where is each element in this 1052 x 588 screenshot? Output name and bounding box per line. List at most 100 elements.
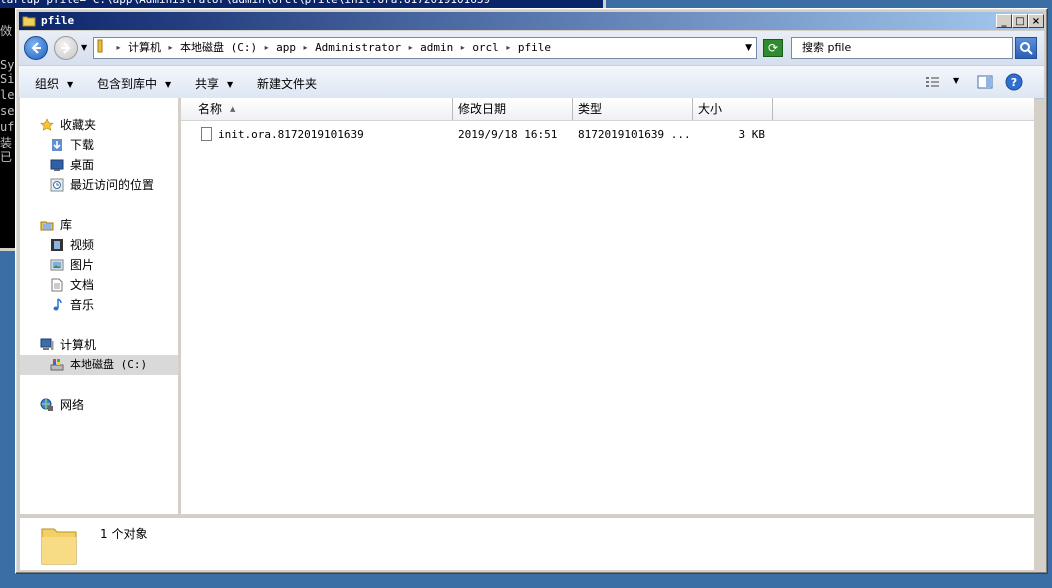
table-row[interactable]: init.ora.8172019101639 2019/9/18 16:51 8… (181, 126, 1034, 144)
breadcrumb-admin[interactable]: admin (418, 38, 455, 58)
nav-item-label: 库 (60, 218, 73, 232)
breadcrumb-separator-icon[interactable]: ▸ (459, 38, 467, 58)
nav-item-libraries[interactable]: 库 (20, 215, 178, 235)
breadcrumb-separator-icon[interactable]: ▸ (263, 38, 271, 58)
nav-item-recent[interactable]: 最近访问的位置 (20, 175, 178, 195)
breadcrumb-separator-icon[interactable]: ▸ (115, 38, 123, 58)
address-row: ▼ ▸ 计算机 ▸ 本地磁盘 (C:) ▸ app ▸ Administrato… (19, 31, 1044, 65)
recent-places-icon (50, 178, 64, 192)
document-icon (50, 278, 64, 292)
music-note-icon (50, 298, 64, 312)
nav-item-desktop[interactable]: 桌面 (20, 155, 178, 175)
breadcrumb-separator-icon[interactable]: ▸ (504, 38, 512, 58)
breadcrumb-separator-icon[interactable]: ▸ (302, 38, 310, 58)
nav-item-documents[interactable]: 文档 (20, 275, 178, 295)
view-options-icon[interactable] (925, 75, 941, 92)
console-line: Si (0, 72, 15, 86)
nav-item-label: 网络 (60, 398, 85, 412)
explorer-window: pfile _ □ × ▼ ▸ 计算机 ▸ 本地磁盘 (C:) ▸ app ▸ … (15, 8, 1048, 574)
column-header-row: 名称 ▲ 修改日期 类型 大小 (181, 98, 1034, 121)
nav-item-label: 最近访问的位置 (70, 178, 155, 192)
share-button[interactable]: 共享 ▼ (195, 75, 233, 92)
file-modified: 2019/9/18 16:51 (458, 128, 558, 141)
file-size: 3 KB (738, 128, 766, 141)
console-line: se (0, 104, 15, 118)
picture-icon (50, 258, 64, 272)
new-folder-button[interactable]: 新建文件夹 (257, 75, 317, 92)
command-bar: 组织 ▼ 包含到库中 ▼ 共享 ▼ 新建文件夹 ▼ ? (19, 66, 1044, 99)
nav-item-videos[interactable]: 视频 (20, 235, 178, 255)
nav-item-favorites[interactable]: 收藏夹 (20, 115, 178, 135)
include-library-label: 包含到库中 (97, 77, 158, 91)
column-header-type[interactable]: 类型 (573, 98, 693, 120)
file-name: init.ora.8172019101639 (218, 128, 364, 141)
console-line: uf (0, 120, 15, 134)
history-dropdown-icon[interactable]: ▼ (81, 43, 87, 52)
column-header-label: 名称 (198, 102, 223, 116)
nav-item-local-disk[interactable]: 本地磁盘 (C:) (20, 355, 178, 375)
column-header-name[interactable]: 名称 ▲ (181, 98, 453, 120)
forward-arrow-icon[interactable] (54, 36, 78, 60)
nav-item-label: 本地磁盘 (C:) (70, 358, 148, 371)
sort-ascending-icon: ▲ (230, 105, 236, 113)
nav-item-label: 文档 (70, 278, 95, 292)
search-input[interactable]: 搜索 pfile (791, 37, 1013, 59)
nav-item-pictures[interactable]: 图片 (20, 255, 178, 275)
back-arrow-icon[interactable] (24, 36, 48, 60)
address-bar[interactable]: ▸ 计算机 ▸ 本地磁盘 (C:) ▸ app ▸ Administrator … (93, 37, 757, 59)
nav-item-label: 视频 (70, 238, 95, 252)
drive-icon (50, 358, 64, 372)
console-line: 傚 (0, 24, 13, 38)
star-icon (40, 118, 54, 132)
download-icon (50, 138, 64, 152)
refresh-icon[interactable]: ⟳ (763, 39, 783, 57)
share-label: 共享 (195, 77, 220, 91)
chevron-down-icon[interactable]: ▼ (953, 76, 959, 85)
video-icon (50, 238, 64, 252)
svg-text:?: ? (1011, 76, 1017, 89)
folder-icon (97, 39, 111, 60)
breadcrumb-app[interactable]: app (274, 38, 298, 58)
help-icon[interactable]: ? (1005, 73, 1023, 94)
nav-item-network[interactable]: 网络 (20, 395, 178, 415)
title-bar[interactable]: pfile _ □ × (19, 12, 1044, 30)
folder-icon (38, 521, 80, 570)
close-button[interactable]: × (1028, 14, 1044, 28)
chevron-down-icon: ▼ (165, 80, 172, 89)
maximize-button[interactable]: □ (1012, 14, 1028, 28)
breadcrumb-computer[interactable]: 计算机 (126, 38, 163, 58)
computer-icon (40, 338, 54, 352)
folder-icon (22, 14, 36, 31)
minimize-button[interactable]: _ (996, 14, 1012, 28)
include-library-button[interactable]: 包含到库中 ▼ (97, 75, 171, 92)
nav-item-label: 桌面 (70, 158, 95, 172)
nav-item-downloads[interactable]: 下载 (20, 135, 178, 155)
column-header-size[interactable]: 大小 (693, 98, 773, 120)
chevron-down-icon[interactable]: ▼ (745, 38, 752, 58)
breadcrumb-orcl[interactable]: orcl (470, 38, 501, 58)
breadcrumb-administrator[interactable]: Administrator (313, 38, 403, 58)
window-title: pfile (41, 14, 75, 27)
item-count: 1 个对象 (100, 527, 148, 541)
preview-pane-icon[interactable] (977, 74, 993, 93)
console-line: le (0, 88, 15, 102)
nav-item-computer[interactable]: 计算机 (20, 335, 178, 355)
nav-item-music[interactable]: 音乐 (20, 295, 178, 315)
console-line: 装 (0, 136, 13, 150)
network-icon (40, 398, 54, 412)
column-header-modified[interactable]: 修改日期 (453, 98, 573, 120)
organize-button[interactable]: 组织 ▼ (35, 75, 73, 92)
breadcrumb-pfile[interactable]: pfile (516, 38, 553, 58)
breadcrumb-local-disk[interactable]: 本地磁盘 (C:) (178, 38, 259, 58)
breadcrumb-separator-icon[interactable]: ▸ (167, 38, 175, 58)
nav-item-label: 图片 (70, 258, 95, 272)
nav-item-label: 下载 (70, 138, 95, 152)
breadcrumb-separator-icon[interactable]: ▸ (407, 38, 415, 58)
file-list: 名称 ▲ 修改日期 类型 大小 init.ora.8172019101639 20… (181, 98, 1034, 514)
search-icon[interactable] (1015, 37, 1037, 59)
chevron-down-icon: ▼ (227, 80, 234, 89)
nav-item-label: 收藏夹 (60, 118, 97, 132)
file-type: 8172019101639 ... (578, 128, 691, 141)
details-pane: 1 个对象 (20, 517, 1034, 570)
desktop-icon (50, 158, 64, 172)
